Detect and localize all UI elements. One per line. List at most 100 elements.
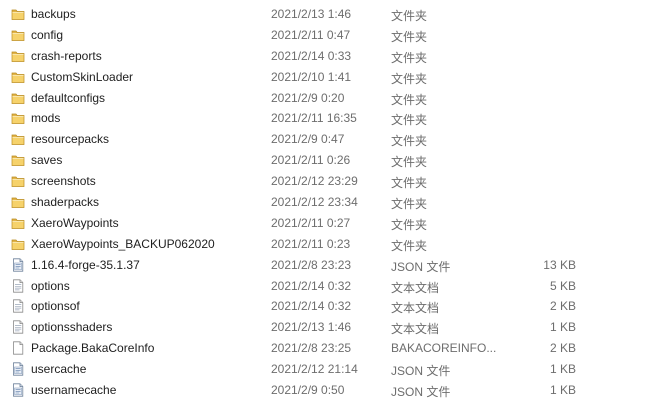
folder-icon xyxy=(11,7,25,21)
folder-icon xyxy=(11,70,25,84)
date-modified: 2021/2/10 1:41 xyxy=(271,69,352,84)
folder-icon xyxy=(11,49,25,63)
file-name: shaderpacks xyxy=(31,195,100,210)
file-type: 文件夹 xyxy=(391,92,428,107)
folder-row[interactable]: crash-reports 2021/2/14 0:33 文件夹 xyxy=(0,46,649,67)
date-modified: 2021/2/8 23:23 xyxy=(271,257,352,272)
file-type: 文件夹 xyxy=(391,71,428,86)
blank-file-icon xyxy=(11,341,25,355)
date-modified: 2021/2/13 1:46 xyxy=(271,320,352,335)
date-modified: 2021/2/11 0:26 xyxy=(271,153,351,168)
file-size: 2 KB xyxy=(549,341,576,356)
date-modified: 2021/2/14 0:33 xyxy=(271,48,352,63)
text-file-icon xyxy=(11,278,25,293)
folder-row[interactable]: defaultconfigs 2021/2/9 0:20 文件夹 xyxy=(0,88,649,109)
file-name: XaeroWaypoints xyxy=(31,215,119,230)
folder-icon xyxy=(11,195,25,209)
file-size: 1 KB xyxy=(549,362,576,377)
date-modified: 2021/2/9 0:20 xyxy=(271,90,345,105)
file-name: saves xyxy=(31,153,63,168)
file-row[interactable]: optionsof 2021/2/14 0:32 文本文档 2 KB xyxy=(0,296,649,317)
file-type: 文件夹 xyxy=(391,9,428,23)
file-name: backups xyxy=(31,7,76,21)
date-modified: 2021/2/12 23:34 xyxy=(271,195,358,210)
file-type: 文件夹 xyxy=(391,155,428,170)
json-file-icon xyxy=(11,383,25,397)
folder-row[interactable]: config 2021/2/11 0:47 文件夹 xyxy=(0,25,649,46)
date-modified: 2021/2/11 16:35 xyxy=(271,111,357,126)
folder-row[interactable]: mods 2021/2/11 16:35 文件夹 xyxy=(0,108,649,129)
date-modified: 2021/2/8 23:25 xyxy=(271,341,352,356)
file-type: 文本文档 xyxy=(391,322,440,337)
file-name: crash-reports xyxy=(31,48,102,63)
folder-icon xyxy=(11,153,25,167)
file-name: screenshots xyxy=(31,174,96,189)
file-size: 13 KB xyxy=(543,257,576,272)
folder-row[interactable]: XaeroWaypoints 2021/2/11 0:27 文件夹 xyxy=(0,213,649,234)
date-modified: 2021/2/11 0:27 xyxy=(271,215,351,230)
file-name: config xyxy=(31,27,64,42)
file-size: 5 KB xyxy=(549,278,576,293)
date-modified: 2021/2/14 0:32 xyxy=(271,299,352,314)
file-type: 文件夹 xyxy=(391,134,428,149)
file-row[interactable]: 1.16.4-forge-35.1.37 2021/2/8 23:23 JSON 文… xyxy=(0,255,649,276)
file-name: CustomSkinLoader xyxy=(31,69,134,84)
file-type: 文件夹 xyxy=(391,50,428,65)
file-name: options xyxy=(31,278,70,293)
file-name: usernamecache xyxy=(31,383,117,398)
file-row[interactable]: optionsshaders 2021/2/13 1:46 文本文档 1 KB xyxy=(0,317,649,338)
file-name: optionsshaders xyxy=(31,320,113,335)
folder-row[interactable]: XaeroWaypoints_BACKUP062020 2021/2/11 0:2… xyxy=(0,234,649,255)
file-list: backups 2021/2/13 1:46 文件夹 config 2021/2/11 … xyxy=(0,4,649,401)
date-modified: 2021/2/9 0:47 xyxy=(271,132,345,147)
file-type: 文本文档 xyxy=(391,280,440,295)
json-file-icon xyxy=(11,362,25,376)
file-type: 文件夹 xyxy=(391,197,428,212)
folder-icon xyxy=(11,28,25,42)
date-modified: 2021/2/13 1:46 xyxy=(271,7,352,21)
file-type: 文件夹 xyxy=(391,217,428,232)
folder-icon xyxy=(11,132,25,146)
text-file-icon xyxy=(11,299,25,314)
folder-icon xyxy=(11,237,25,251)
date-modified: 2021/2/14 0:32 xyxy=(271,278,352,293)
folder-row[interactable]: saves 2021/2/11 0:26 文件夹 xyxy=(0,150,649,171)
folder-row[interactable]: screenshots 2021/2/12 23:29 文件夹 xyxy=(0,171,649,192)
file-size: 1 KB xyxy=(549,320,576,335)
file-name: usercache xyxy=(31,362,87,377)
date-modified: 2021/2/11 0:47 xyxy=(271,27,351,42)
file-row[interactable]: usercache 2021/2/12 21:14 JSON 文件 1 KB xyxy=(0,359,649,380)
file-type: 文件夹 xyxy=(391,238,428,253)
date-modified: 2021/2/9 0:50 xyxy=(271,383,345,398)
folder-icon xyxy=(11,111,25,125)
file-name: mods xyxy=(31,111,61,126)
folder-row[interactable]: shaderpacks 2021/2/12 23:34 文件夹 xyxy=(0,192,649,213)
file-row[interactable]: options 2021/2/14 0:32 文本文档 5 KB xyxy=(0,276,649,297)
file-type: 文件夹 xyxy=(391,176,428,191)
file-name: optionsof xyxy=(31,299,80,314)
file-name: defaultconfigs xyxy=(31,90,106,105)
file-row[interactable]: Package.BakaCoreInfo 2021/2/8 23:25 BAKACO… xyxy=(0,338,649,359)
file-name: XaeroWaypoints_BACKUP062020 xyxy=(31,236,215,251)
file-type: JSON 文件 xyxy=(391,259,451,274)
file-type: 文本文档 xyxy=(391,301,440,316)
file-type: JSON 文件 xyxy=(391,364,451,379)
file-row[interactable]: usernamecache 2021/2/9 0:50 JSON 文件 1 KB xyxy=(0,380,649,401)
file-size: 2 KB xyxy=(549,299,576,314)
json-file-icon xyxy=(11,258,25,272)
file-name: resourcepacks xyxy=(31,132,110,147)
folder-icon xyxy=(11,174,25,188)
file-name: 1.16.4-forge-35.1.37 xyxy=(31,257,140,272)
folder-row[interactable]: resourcepacks 2021/2/9 0:47 文件夹 xyxy=(0,129,649,150)
folder-icon xyxy=(11,216,25,230)
text-file-icon xyxy=(11,320,25,334)
file-name: Package.BakaCoreInfo xyxy=(31,341,155,356)
folder-icon xyxy=(11,91,25,105)
file-type: BAKACOREINFO... xyxy=(391,341,497,356)
file-size: 1 KB xyxy=(549,383,576,398)
folder-row[interactable]: CustomSkinLoader 2021/2/10 1:41 文件夹 xyxy=(0,67,649,88)
file-type: 文件夹 xyxy=(391,113,428,128)
date-modified: 2021/2/12 21:14 xyxy=(271,362,358,377)
folder-row[interactable]: backups 2021/2/13 1:46 文件夹 xyxy=(0,4,649,25)
date-modified: 2021/2/11 0:23 xyxy=(271,236,351,251)
